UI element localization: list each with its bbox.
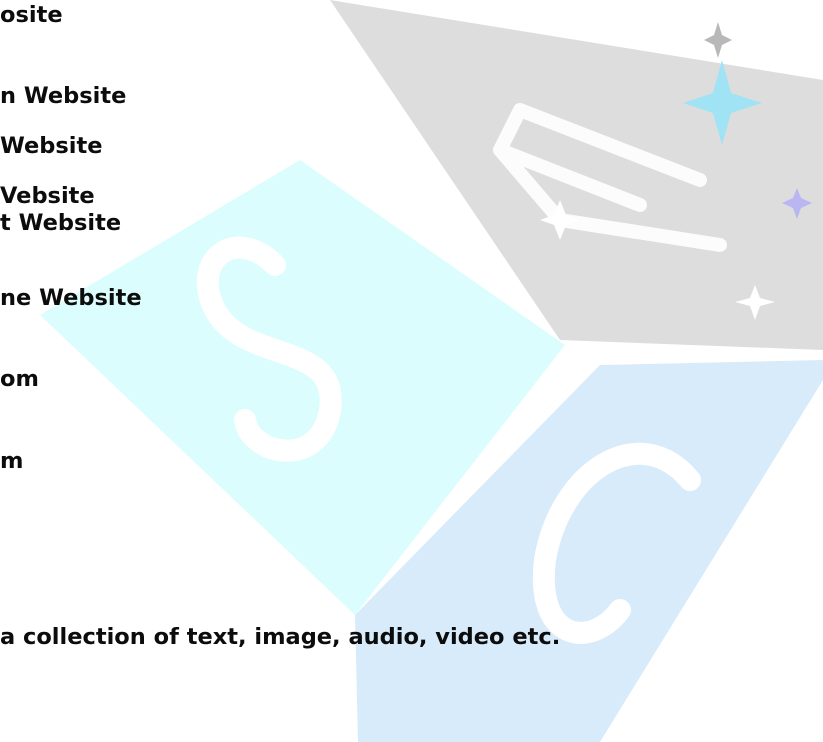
text-line: Vebsite: [0, 183, 95, 209]
text-line: n Website: [0, 83, 127, 109]
text-line: om: [0, 366, 39, 392]
text-line: a collection of text, image, audio, vide…: [0, 624, 561, 650]
text-line: ne Website: [0, 285, 142, 311]
sparkle-icon: [704, 22, 732, 58]
text-line: Website: [0, 133, 103, 159]
text-line: t Website: [0, 210, 122, 236]
text-line: osite: [0, 2, 63, 28]
text-line: m: [0, 448, 24, 474]
